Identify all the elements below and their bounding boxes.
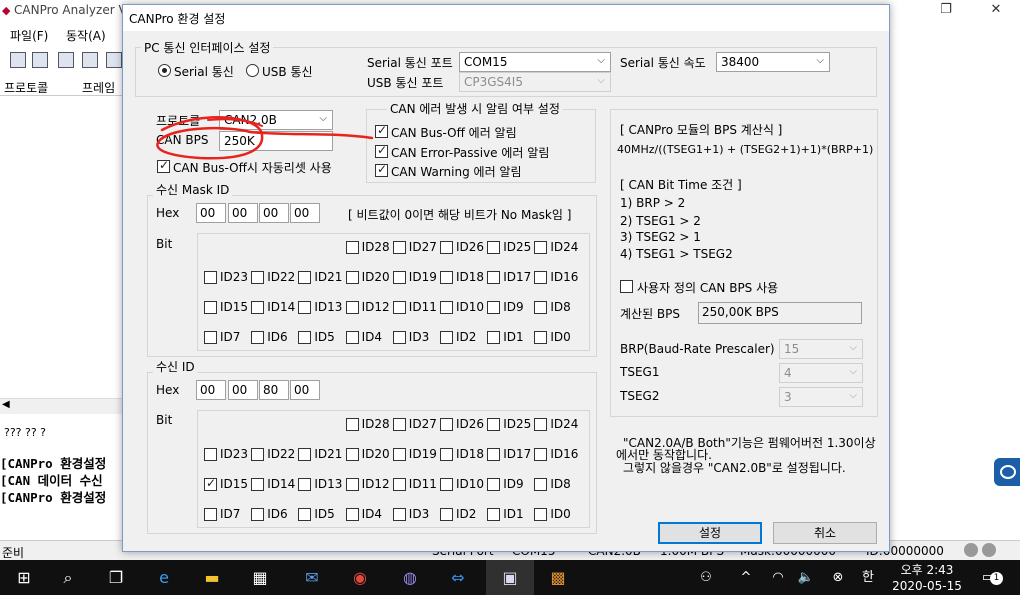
clock-date: 2020-05-15 bbox=[892, 579, 962, 593]
notification-icon[interactable]: ▭ 1 bbox=[976, 560, 1003, 595]
red-annotation-scribble bbox=[156, 116, 374, 160]
clock[interactable]: 오후 2:43 2020-05-15 bbox=[886, 560, 968, 595]
file-explorer-icon[interactable]: ▬ bbox=[188, 560, 236, 595]
app-icon[interactable]: ▩ bbox=[534, 560, 582, 595]
chrome-icon[interactable]: ◉ bbox=[336, 560, 384, 595]
wifi-icon[interactable]: ◠ bbox=[766, 560, 790, 595]
search-icon[interactable]: ⌕ bbox=[44, 560, 92, 595]
notification-count: 1 bbox=[990, 572, 1003, 585]
windows-taskbar: ⊞ ⌕ ❐ e ▬ ▦ ✉ ◉ ◍ ⇔ ▣ ▩ ⚇ ^ ◠ 🔈 ⊗ 한 오후 2… bbox=[0, 560, 1020, 595]
mail-icon[interactable]: ✉ bbox=[288, 560, 336, 595]
teamviewer-icon[interactable]: ⇔ bbox=[434, 560, 482, 595]
task-view-icon[interactable]: ❐ bbox=[92, 560, 140, 595]
chevron-up-icon[interactable]: ^ bbox=[734, 560, 758, 595]
browser-icon[interactable]: ◍ bbox=[386, 560, 434, 595]
start-windows-icon[interactable]: ⊞ bbox=[0, 560, 48, 595]
battery-icon[interactable]: ⊗ bbox=[826, 560, 850, 595]
people-icon[interactable]: ⚇ bbox=[694, 560, 718, 595]
edge-browser-icon[interactable]: e bbox=[140, 560, 188, 595]
volume-icon[interactable]: 🔈 bbox=[794, 560, 818, 595]
canpro-app-icon[interactable]: ▣ bbox=[486, 560, 534, 595]
ime-indicator[interactable]: 한 bbox=[856, 560, 880, 595]
store-icon[interactable]: ▦ bbox=[236, 560, 284, 595]
clock-time: 오후 2:43 bbox=[900, 563, 954, 577]
